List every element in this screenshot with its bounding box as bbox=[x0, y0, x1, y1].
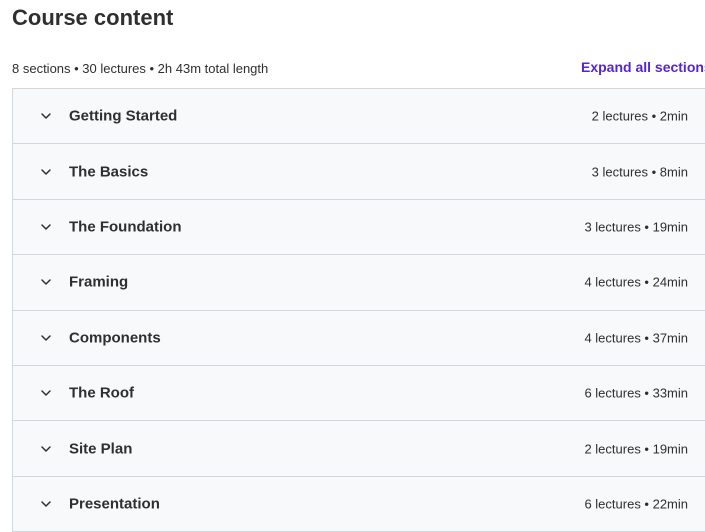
chevron-down-icon bbox=[40, 166, 52, 178]
section-title: The Roof bbox=[69, 384, 134, 402]
section-title: Site Plan bbox=[69, 440, 133, 458]
section-row-components[interactable]: Components 4 lectures • 37min bbox=[13, 310, 705, 366]
section-meta: 3 lectures • 19min bbox=[584, 219, 688, 235]
course-summary: 8 sections • 30 lectures • 2h 43m total … bbox=[12, 61, 269, 76]
chevron-down-icon bbox=[40, 276, 52, 288]
section-row-the-basics[interactable]: The Basics 3 lectures • 8min bbox=[13, 144, 705, 200]
section-row-site-plan[interactable]: Site Plan 2 lectures • 19min bbox=[13, 421, 705, 477]
page-title: Course content bbox=[12, 5, 174, 30]
section-row-presentation[interactable]: Presentation 6 lectures • 22min bbox=[13, 476, 705, 532]
chevron-down-icon bbox=[40, 332, 52, 344]
section-meta: 2 lectures • 2min bbox=[591, 108, 688, 124]
section-title: The Basics bbox=[69, 163, 149, 181]
section-title: The Foundation bbox=[69, 218, 182, 236]
course-content-panel: Course content 8 sections • 30 lectures … bbox=[0, 0, 705, 532]
chevron-down-icon bbox=[40, 498, 52, 510]
section-meta: 2 lectures • 19min bbox=[584, 441, 688, 457]
section-title: Getting Started bbox=[69, 107, 178, 125]
section-row-getting-started[interactable]: Getting Started 2 lectures • 2min bbox=[13, 89, 705, 145]
chevron-down-icon bbox=[40, 443, 52, 455]
section-list: Getting Started 2 lectures • 2min The Ba… bbox=[12, 88, 705, 532]
section-meta: 6 lectures • 33min bbox=[584, 385, 688, 401]
section-row-framing[interactable]: Framing 4 lectures • 24min bbox=[13, 255, 705, 311]
chevron-down-icon bbox=[40, 387, 52, 399]
section-meta: 4 lectures • 24min bbox=[584, 274, 688, 290]
section-meta: 6 lectures • 22min bbox=[584, 496, 688, 512]
section-meta: 4 lectures • 37min bbox=[584, 330, 688, 346]
expand-all-sections-button[interactable]: Expand all sections bbox=[581, 58, 705, 76]
section-title: Components bbox=[69, 329, 161, 347]
section-meta: 3 lectures • 8min bbox=[591, 164, 688, 180]
chevron-down-icon bbox=[40, 110, 52, 122]
section-row-the-roof[interactable]: The Roof 6 lectures • 33min bbox=[13, 365, 705, 422]
section-row-the-foundation[interactable]: The Foundation 3 lectures • 19min bbox=[13, 199, 705, 256]
section-title: Presentation bbox=[69, 495, 160, 513]
chevron-down-icon bbox=[40, 221, 52, 233]
section-title: Framing bbox=[69, 273, 129, 291]
